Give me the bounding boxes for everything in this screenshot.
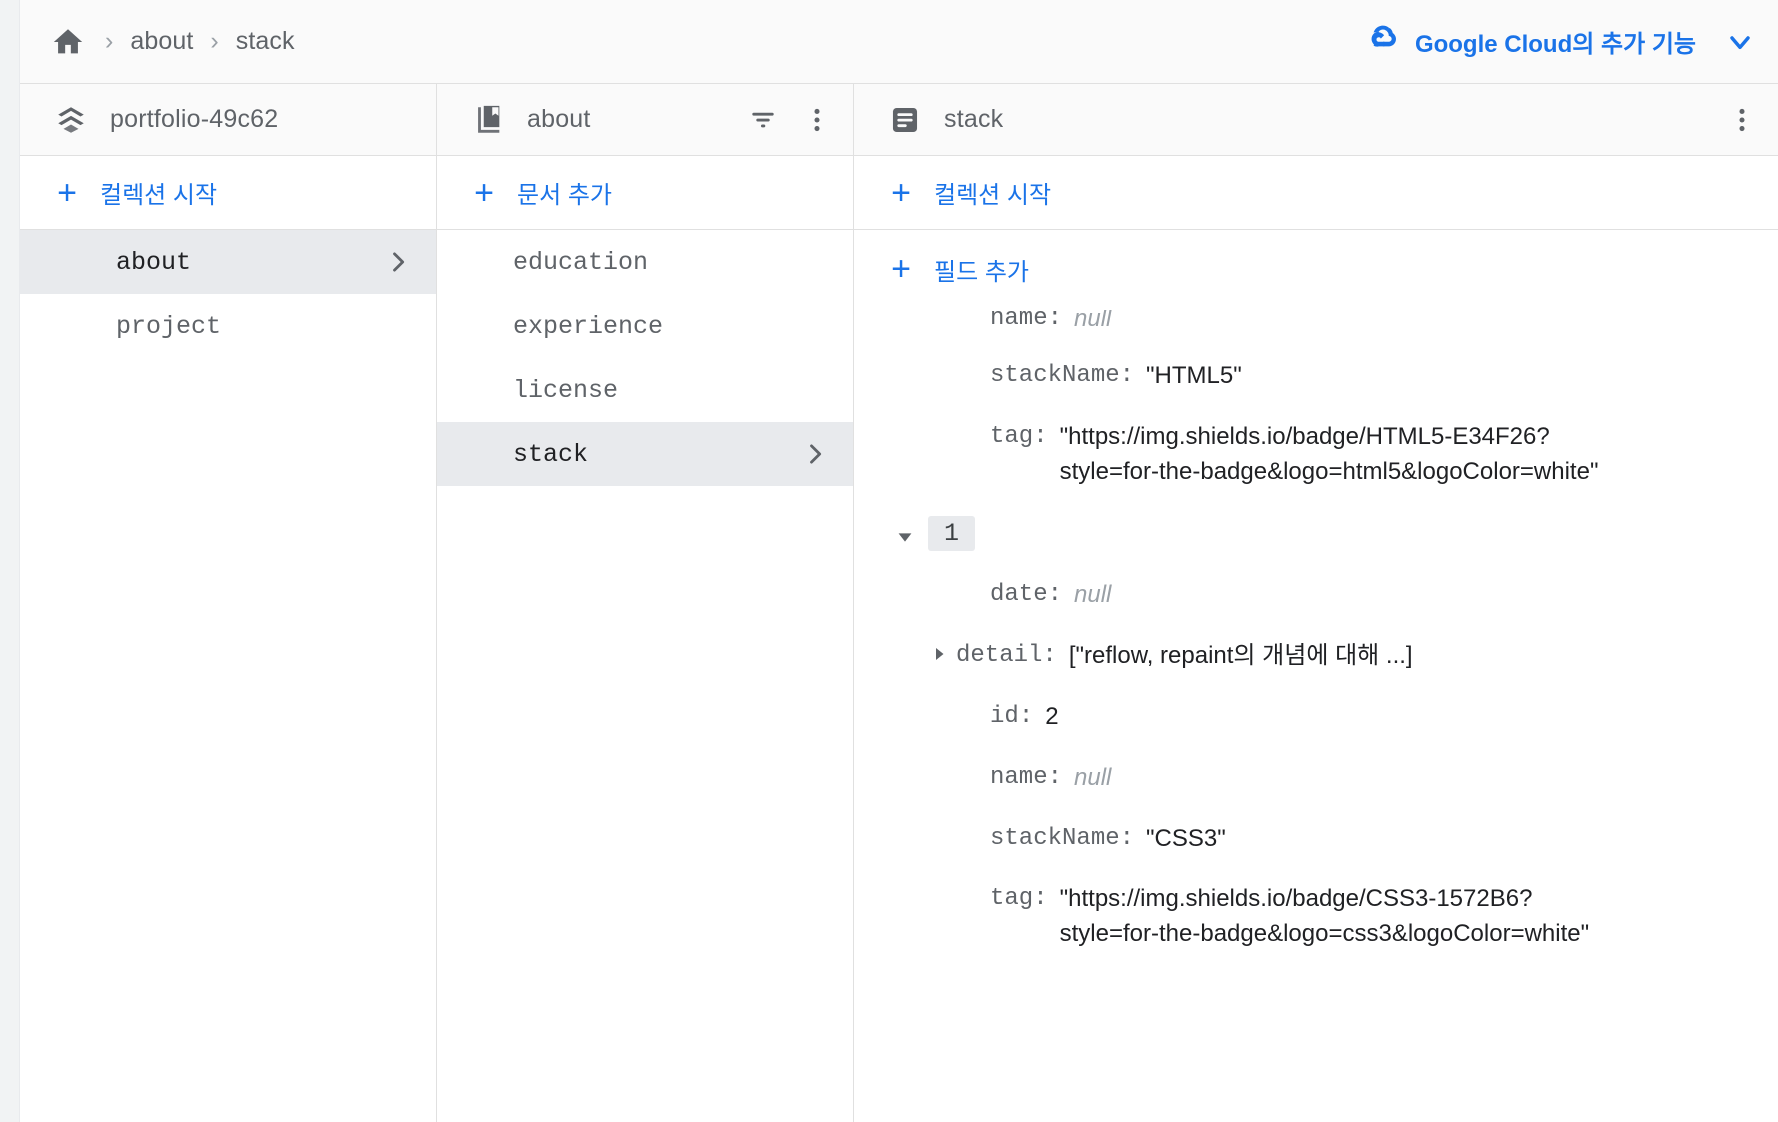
field-key: name	[990, 310, 1048, 332]
firestore-console: › about › stack Google Cloud의 추가 기능 port…	[20, 0, 1778, 1122]
google-cloud-icon	[1367, 25, 1403, 58]
start-collection-button[interactable]: + 컬렉션 시작	[20, 156, 436, 230]
field-key: tag	[990, 885, 1034, 913]
document-item-label: experience	[513, 311, 664, 341]
document-list-item-stack[interactable]: stack	[437, 422, 853, 486]
field-row[interactable]: name : null	[854, 310, 1778, 337]
field-row-detail-1[interactable]: detail : ["reflow, repaint의 개념에 대해 ...]	[854, 626, 1778, 687]
chevron-down-icon[interactable]	[1724, 26, 1756, 58]
field-colon: :	[1018, 702, 1034, 730]
field-value: 2	[1045, 702, 1059, 730]
start-collection-button-doc[interactable]: + 컬렉션 시작	[854, 156, 1778, 230]
field-value: null	[1074, 763, 1112, 791]
field-key: stackName	[990, 824, 1120, 852]
plus-icon: +	[891, 250, 911, 288]
field-value: null	[1074, 310, 1112, 332]
field-colon: :	[1042, 642, 1057, 670]
field-row-date-1[interactable]: date : null	[854, 565, 1778, 626]
plus-icon: +	[891, 173, 911, 212]
document-item-label: license	[513, 375, 619, 405]
document-pane-header: stack	[854, 84, 1778, 156]
field-key: detail	[956, 642, 1043, 670]
field-row-stackname-0[interactable]: stackName : "HTML5"	[854, 346, 1778, 407]
document-list-item-license[interactable]: license	[437, 358, 853, 422]
filter-icon[interactable]	[747, 104, 779, 136]
field-key: stackName	[990, 362, 1120, 389]
field-key: name	[990, 763, 1048, 791]
project-pane: portfolio-49c62 + 컬렉션 시작 about project	[20, 84, 437, 1122]
field-colon: :	[1119, 362, 1135, 389]
collection-pane-title: about	[527, 105, 591, 133]
plus-icon: +	[57, 173, 77, 212]
field-row-clipped-name: name : null	[854, 310, 1778, 346]
collection-pane-header: about	[437, 84, 853, 156]
breadcrumb: › about › stack	[48, 22, 295, 62]
field-value: ["reflow, repaint의 개념에 대해 ...]	[1068, 642, 1413, 670]
collection-list: about project	[20, 230, 436, 1122]
array-index-row-1[interactable]: 1	[854, 502, 1778, 565]
add-field-label: 필드 추가	[934, 258, 1029, 286]
array-index-chip: 1	[928, 516, 976, 552]
field-colon: :	[1047, 581, 1063, 609]
breadcrumb-separator-2: ›	[210, 27, 219, 55]
google-cloud-link-label: Google Cloud의 추가 기능	[1414, 31, 1696, 58]
collection-list-item-about[interactable]: about	[20, 230, 436, 294]
document-item-label: education	[513, 247, 649, 277]
field-colon: :	[1033, 885, 1048, 913]
breadcrumb-item-about[interactable]: about	[130, 27, 193, 56]
start-collection-label-doc: 컬렉션 시작	[934, 182, 1052, 209]
field-row-name-1[interactable]: name : null	[854, 748, 1778, 809]
field-colon: :	[1047, 763, 1063, 791]
document-item-label: stack	[513, 439, 589, 469]
triangle-down-icon[interactable]	[888, 520, 922, 548]
collection-book-icon	[471, 103, 505, 137]
project-pane-header: portfolio-49c62	[20, 84, 436, 156]
add-field-button[interactable]: + 필드 추가	[854, 230, 1778, 308]
panes-container: portfolio-49c62 + 컬렉션 시작 about project a…	[20, 84, 1778, 1122]
breadcrumb-item-stack[interactable]: stack	[236, 27, 295, 56]
collection-item-label: about	[116, 247, 192, 277]
document-list: education experience license stack	[437, 230, 853, 1122]
collection-pane: about + 문서 추가 education experience licen…	[437, 84, 854, 1122]
chevron-right-icon	[384, 248, 412, 276]
field-value: "https://img.shields.io/badge/HTML5-E34F…	[1059, 422, 1599, 485]
collection-list-item-project[interactable]: project	[20, 294, 436, 358]
project-pane-title: portfolio-49c62	[110, 105, 279, 133]
document-icon	[888, 103, 922, 137]
more-vert-icon[interactable]	[801, 104, 833, 136]
document-list-item-education[interactable]: education	[437, 230, 853, 294]
field-row-stackname-1[interactable]: stackName : "CSS3"	[854, 809, 1778, 870]
field-row-id-1[interactable]: id : 2	[854, 687, 1778, 748]
field-row-tag-1[interactable]: tag : "https://img.shields.io/badge/CSS3…	[854, 869, 1778, 965]
field-key: id	[990, 702, 1019, 730]
field-value: "CSS3"	[1146, 824, 1226, 852]
google-cloud-more-features-button[interactable]: Google Cloud의 추가 기능	[1367, 24, 1756, 59]
add-document-button[interactable]: + 문서 추가	[437, 156, 853, 230]
field-viewer: name : null stackName : "HTML5" tag : "h…	[854, 308, 1778, 1122]
document-list-item-experience[interactable]: experience	[437, 294, 853, 358]
chevron-right-icon	[801, 440, 829, 468]
field-colon: :	[1033, 422, 1048, 450]
home-icon[interactable]	[48, 22, 88, 62]
collection-item-label: project	[116, 311, 222, 341]
field-colon: :	[1119, 824, 1135, 852]
field-colon: :	[1047, 310, 1063, 332]
document-pane: stack + 컬렉션 시작 + 필드 추가 name: null stack…	[854, 84, 1778, 1122]
field-value: "https://img.shields.io/badge/CSS3-1572B…	[1059, 885, 1590, 948]
breadcrumb-bar: › about › stack Google Cloud의 추가 기능	[20, 0, 1778, 84]
triangle-right-icon[interactable]	[922, 639, 956, 663]
firebase-database-icon	[54, 103, 88, 137]
breadcrumb-separator-1: ›	[105, 27, 114, 55]
plus-icon: +	[474, 173, 494, 212]
field-key: tag	[990, 422, 1034, 450]
field-key: date	[990, 581, 1048, 609]
field-value: null	[1074, 581, 1112, 609]
left-rail	[0, 0, 20, 1122]
field-row-tag-0[interactable]: tag : "https://img.shields.io/badge/HTML…	[854, 407, 1778, 503]
start-collection-label: 컬렉션 시작	[100, 182, 218, 209]
add-document-label: 문서 추가	[517, 182, 612, 209]
document-pane-title: stack	[944, 105, 1004, 133]
field-value: "HTML5"	[1146, 362, 1242, 389]
more-vert-icon[interactable]	[1726, 104, 1758, 136]
